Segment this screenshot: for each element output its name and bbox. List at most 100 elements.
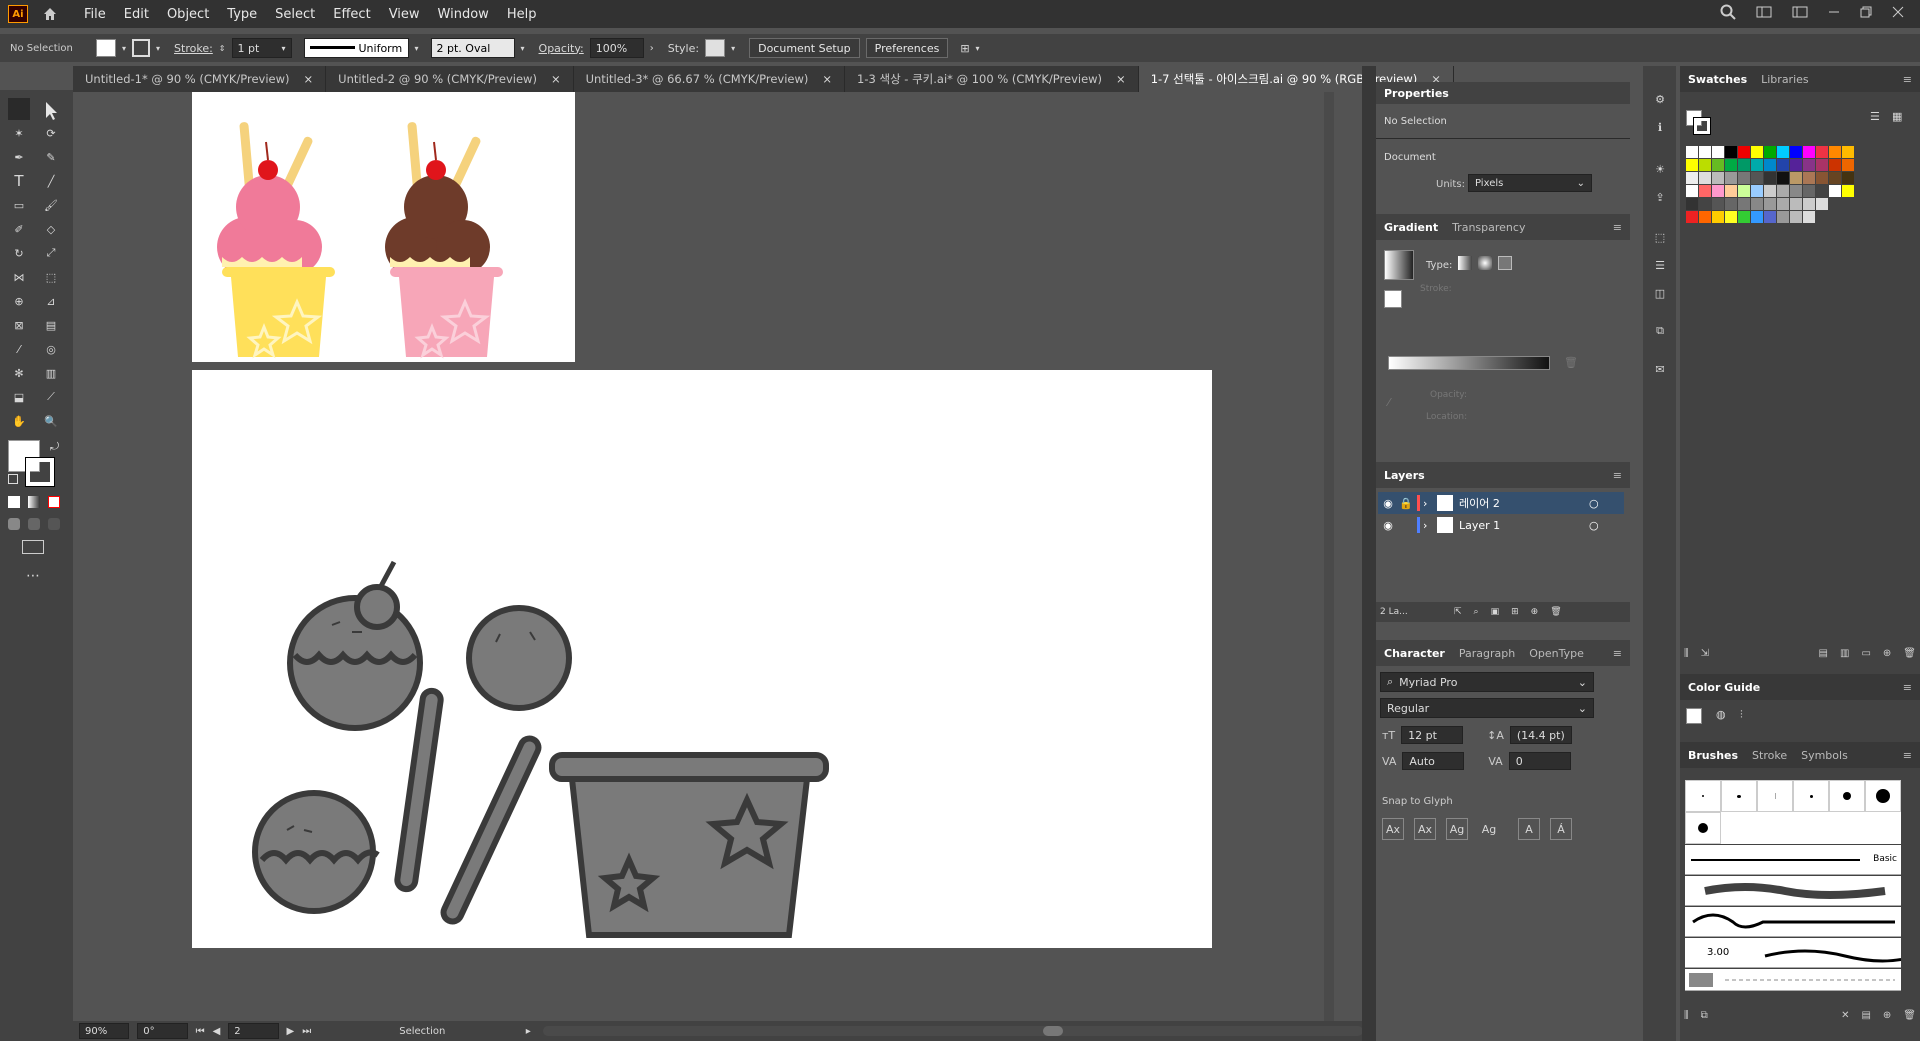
delete-layer-icon[interactable]: 🗑: [1550, 607, 1561, 617]
new-color-group-icon[interactable]: ▭: [1861, 648, 1870, 668]
selection-tool-icon[interactable]: [8, 98, 30, 120]
perspective-grid-tool-icon[interactable]: ⊿: [40, 290, 62, 312]
brush-decorative[interactable]: [1685, 907, 1901, 937]
expand-chevron-icon[interactable]: ›: [1423, 497, 1437, 510]
brush-basic[interactable]: Basic: [1685, 845, 1901, 875]
direct-selection-tool-icon[interactable]: [40, 98, 62, 120]
default-colors-icon[interactable]: [8, 474, 18, 484]
stroke-weight-field[interactable]: 1 pt ▾: [231, 38, 292, 58]
canvas-scrollbar-horizontal[interactable]: [542, 1026, 1364, 1036]
new-layer-icon[interactable]: ⊕: [1531, 607, 1539, 617]
edit-colors-icon[interactable]: ⫶: [1740, 708, 1743, 722]
remove-brush-stroke-icon[interactable]: ✕: [1841, 1010, 1849, 1030]
gradient-mode-icon[interactable]: [28, 496, 40, 508]
artboard-field[interactable]: 2: [228, 1023, 279, 1039]
previous-artboard-icon[interactable]: ◀: [213, 1026, 221, 1037]
brush-definition[interactable]: 2 pt. Oval: [430, 38, 515, 58]
color-group-icon[interactable]: ▤: [1819, 648, 1828, 668]
opentype-tab[interactable]: OpenType: [1529, 647, 1584, 660]
rotate-view-field[interactable]: 0°: [137, 1023, 188, 1039]
menu-type[interactable]: Type: [227, 7, 257, 22]
menu-file[interactable]: File: [84, 7, 106, 22]
gradient-swatch[interactable]: [1384, 250, 1414, 280]
snap-proximity-guides-icon[interactable]: Ag: [1478, 818, 1500, 840]
transform-icon[interactable]: ⬚: [1651, 228, 1669, 246]
color-icon[interactable]: ☀: [1651, 160, 1669, 178]
swatch-libraries-icon[interactable]: ⫼: [1684, 648, 1689, 668]
comments-icon[interactable]: ✉: [1651, 360, 1669, 378]
layer-row[interactable]: ◉ › Layer 1 ○: [1378, 514, 1624, 536]
variable-width-profile[interactable]: Uniform: [303, 38, 409, 58]
brush-calligraphic[interactable]: 3.00: [1685, 938, 1916, 968]
leading-field[interactable]: (14.4 pt): [1509, 726, 1572, 744]
snap-baseline-icon[interactable]: Ax: [1382, 818, 1404, 840]
paintbrush-tool-icon[interactable]: 🖌: [40, 194, 62, 216]
snap-angular-guides-icon[interactable]: A: [1518, 818, 1540, 840]
menu-edit[interactable]: Edit: [124, 7, 149, 22]
close-window-icon[interactable]: [1892, 6, 1904, 21]
slice-tool-icon[interactable]: ⟋: [40, 386, 62, 408]
pen-tool-icon[interactable]: ✒: [8, 146, 30, 168]
menu-select[interactable]: Select: [275, 7, 315, 22]
lasso-tool-icon[interactable]: ⟳: [40, 122, 62, 144]
edit-toolbar-icon[interactable]: ⋯: [26, 568, 40, 584]
stroke-swatch[interactable]: [132, 39, 151, 57]
swatches-stroke-proxy[interactable]: [1693, 117, 1711, 135]
visibility-eye-icon[interactable]: ◉: [1378, 497, 1398, 510]
minimize-icon[interactable]: [1828, 6, 1840, 21]
font-size-field[interactable]: 12 pt: [1401, 726, 1464, 744]
document-setup-button[interactable]: Document Setup: [749, 38, 860, 58]
linear-gradient-icon[interactable]: [1458, 256, 1472, 270]
add-selected-swatch-icon[interactable]: ⇲: [1701, 648, 1709, 668]
scroll-right-icon[interactable]: ▸: [526, 1026, 531, 1037]
brush-library-panel-icon[interactable]: ⧉: [1701, 1010, 1708, 1030]
opacity-label[interactable]: Opacity:: [539, 42, 584, 55]
rectangle-tool-icon[interactable]: ▭: [8, 194, 30, 216]
mesh-tool-icon[interactable]: ⊠: [8, 314, 30, 336]
column-graph-tool-icon[interactable]: ▥: [40, 362, 62, 384]
close-tab-icon[interactable]: ×: [551, 72, 561, 86]
new-brush-icon[interactable]: ⊕: [1883, 1010, 1891, 1030]
brush-pattern[interactable]: [1685, 969, 1901, 991]
new-swatch-icon[interactable]: ⊕: [1883, 648, 1891, 668]
none-mode-icon[interactable]: [48, 496, 60, 508]
target-circle-icon[interactable]: ○: [1589, 497, 1599, 510]
canvas-area[interactable]: [73, 92, 1336, 1021]
units-dropdown[interactable]: Pixels ⌄: [1468, 174, 1592, 192]
locate-object-icon[interactable]: ⌕: [1474, 607, 1479, 617]
canvas-scrollbar-vertical[interactable]: [1324, 92, 1334, 1021]
artboard-tool-icon[interactable]: ⬓: [8, 386, 30, 408]
brush-libraries-icon[interactable]: ⫼: [1684, 1010, 1689, 1030]
fill-stroke-proxy[interactable]: [1384, 290, 1402, 308]
last-artboard-icon[interactable]: ⏭: [302, 1026, 311, 1037]
grid-view-icon[interactable]: ▦: [1892, 110, 1902, 123]
appearance-icon[interactable]: ⚙: [1651, 90, 1669, 108]
fill-swatch[interactable]: [96, 39, 116, 57]
restore-icon[interactable]: [1860, 6, 1872, 21]
eyedropper-tool-icon[interactable]: ⁄: [8, 338, 30, 360]
workspace-icon[interactable]: [1756, 5, 1772, 22]
kerning-field[interactable]: Auto: [1402, 752, 1465, 770]
document-tab[interactable]: 1-3 색상 - 쿠키.ai* @ 100 % (CMYK/Preview) ×: [845, 66, 1139, 92]
current-tool-status[interactable]: Selection: [399, 1026, 517, 1037]
snap-glyph-bounds-icon[interactable]: Ag: [1446, 818, 1468, 840]
color-guide-title[interactable]: Color Guide: [1688, 681, 1760, 694]
snap-anchor-point-icon[interactable]: Á: [1550, 818, 1572, 840]
lock-icon[interactable]: 🔒: [1398, 497, 1414, 510]
radial-gradient-icon[interactable]: [1478, 256, 1492, 270]
scale-tool-icon[interactable]: ⤢: [40, 242, 62, 264]
first-artboard-icon[interactable]: ⏮: [196, 1026, 205, 1037]
document-tab[interactable]: Untitled-2 @ 90 % (CMYK/Preview) ×: [326, 66, 574, 92]
draw-inside-icon[interactable]: [48, 518, 60, 530]
snap-xheight-icon[interactable]: Ax: [1414, 818, 1436, 840]
menu-effect[interactable]: Effect: [333, 7, 370, 22]
eraser-tool-icon[interactable]: ◇: [40, 218, 62, 240]
links-icon[interactable]: ⧉: [1651, 322, 1669, 340]
transparency-tab[interactable]: Transparency: [1452, 221, 1525, 234]
list-view-icon[interactable]: ☰: [1870, 110, 1880, 123]
menu-window[interactable]: Window: [438, 7, 489, 22]
menu-view[interactable]: View: [389, 7, 420, 22]
draw-behind-icon[interactable]: [28, 518, 40, 530]
menu-help[interactable]: Help: [507, 7, 537, 22]
arrange-icon[interactable]: ⊞: [960, 42, 969, 55]
